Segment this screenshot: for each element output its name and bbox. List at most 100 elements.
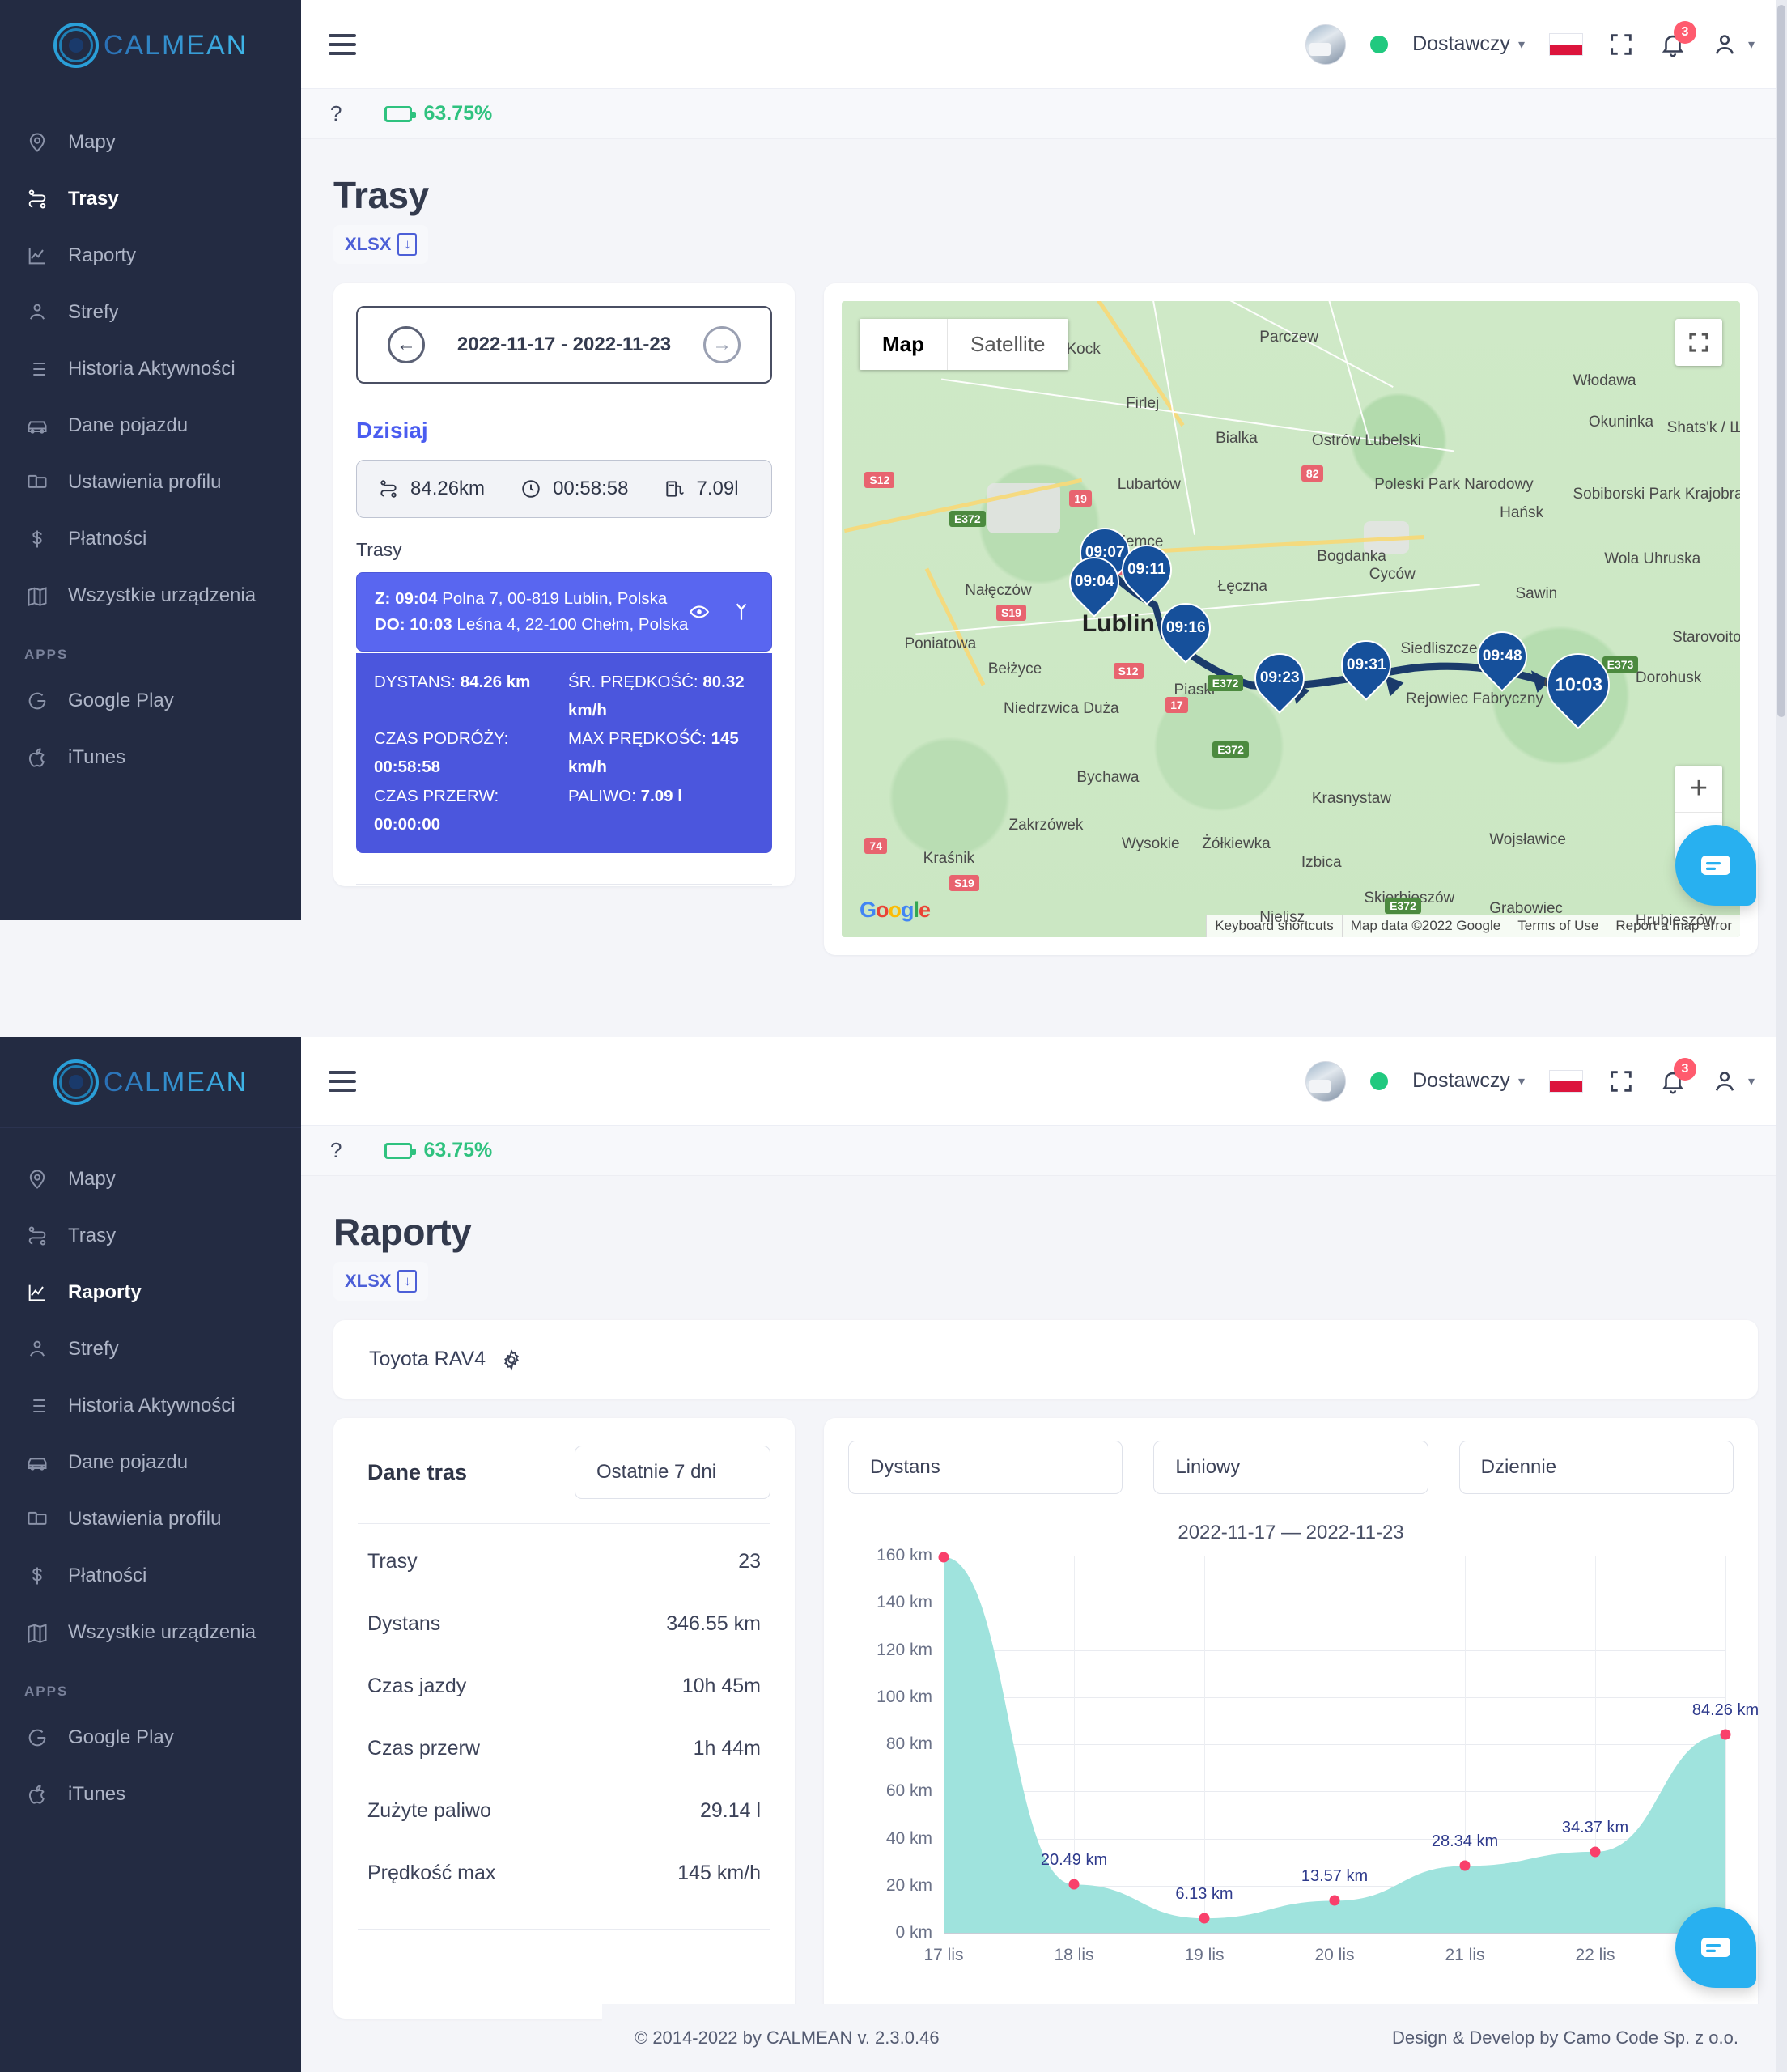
trasy-columns: ← 2022-11-17 - 2022-11-23 → Dzisiaj 84.2… xyxy=(301,264,1787,955)
google-logo: Google xyxy=(860,898,931,922)
map-place-label: Zakrzówek xyxy=(1008,816,1084,834)
sidebar-item-itunes[interactable]: iTunes xyxy=(0,1766,301,1823)
hamburger-icon[interactable] xyxy=(329,33,356,55)
eye-icon[interactable] xyxy=(689,601,710,622)
chart-data-point[interactable] xyxy=(1720,1729,1731,1740)
to-address: Leśna 4, 22-100 Chełm, Polska xyxy=(456,614,689,634)
export-label: XLSX xyxy=(345,1271,392,1291)
sidebar-item-raporty[interactable]: Raporty xyxy=(0,1264,301,1321)
user-menu[interactable]: ▾ xyxy=(1711,1068,1755,1095)
sidebar-item-ustawienia-profilu[interactable]: Ustawienia profilu xyxy=(0,454,301,511)
chart-y-tick: 20 km xyxy=(885,1875,932,1895)
terms-of-use[interactable]: Terms of Use xyxy=(1509,915,1607,937)
period-select[interactable]: Ostatnie 7 dni xyxy=(575,1446,770,1499)
device-name: Dostawczy xyxy=(1412,1069,1510,1092)
bell-icon[interactable]: 3 xyxy=(1659,20,1696,58)
sidebar-item-dane-pojazdu[interactable]: Dane pojazdu xyxy=(0,397,301,454)
sidebar-item-wszystkie-urzadzenia[interactable]: Wszystkie urządzenia xyxy=(0,567,301,624)
chart-type-select[interactable]: Liniowy xyxy=(1153,1441,1428,1494)
today-duration: 00:58:58 xyxy=(520,478,628,500)
chart-data-point[interactable] xyxy=(1199,1913,1210,1924)
brand-logo[interactable]: CALMEAN xyxy=(0,1037,301,1128)
brand-logo[interactable]: CALMEAN xyxy=(0,0,301,91)
map-place-label: Bełżyce xyxy=(987,660,1042,677)
google-icon xyxy=(24,1725,50,1751)
map-place-label: Rejowiec Fabryczny xyxy=(1405,690,1543,707)
label: DYSTANS: xyxy=(374,672,456,691)
sidebar-item-label: Mapy xyxy=(68,131,116,153)
chat-widget-button[interactable] xyxy=(1675,1907,1756,1988)
trip-item-selected[interactable]: Z: 09:04 Polna 7, 00-819 Lublin, Polska … xyxy=(356,572,772,652)
map-type-toggle[interactable]: Map Satellite xyxy=(860,319,1068,370)
marker-time: 10:03 xyxy=(1554,673,1602,695)
map-type-satellite[interactable]: Satellite xyxy=(947,319,1068,370)
help-icon[interactable]: ? xyxy=(330,1138,342,1163)
map-place-label: Poleski Park Narodowy xyxy=(1374,475,1534,493)
date-range-picker[interactable]: ← 2022-11-17 - 2022-11-23 → xyxy=(356,306,772,384)
chart-data-point[interactable] xyxy=(1459,1860,1471,1871)
export-xlsx-button[interactable]: XLSX xyxy=(333,225,429,264)
next-period-button[interactable]: → xyxy=(703,326,741,363)
sidebar-item-strefy[interactable]: Strefy xyxy=(0,284,301,341)
chat-widget-button[interactable] xyxy=(1675,825,1756,906)
fullscreen-icon[interactable] xyxy=(1607,31,1635,58)
device-selector[interactable]: Dostawczy ▾ xyxy=(1412,32,1525,56)
avatar[interactable] xyxy=(1305,23,1347,65)
chart-metric-select[interactable]: Dystans xyxy=(848,1441,1123,1494)
merge-route-icon[interactable] xyxy=(731,601,752,622)
marker-time: 09:16 xyxy=(1165,618,1205,636)
sidebar-item-dane-pojazdu[interactable]: Dane pojazdu xyxy=(0,1434,301,1491)
bell-icon[interactable]: 3 xyxy=(1659,1057,1696,1095)
route-map[interactable]: Map Satellite + − Google Keyboard short xyxy=(842,301,1740,937)
sidebar-item-wszystkie-urzadzenia[interactable]: Wszystkie urządzenia xyxy=(0,1604,301,1661)
sidebar-item-google-play[interactable]: Google Play xyxy=(0,1709,301,1766)
sidebar-item-historia-aktywnosci[interactable]: Historia Aktywności xyxy=(0,341,301,397)
sidebar-item-strefy[interactable]: Strefy xyxy=(0,1321,301,1378)
chart-data-point[interactable] xyxy=(1068,1879,1080,1890)
sidebar-item-trasy[interactable]: Trasy xyxy=(0,171,301,227)
map-pin-icon xyxy=(24,1166,50,1192)
help-icon[interactable]: ? xyxy=(330,101,342,126)
chart-data-point[interactable] xyxy=(938,1552,949,1563)
map-place-label: Siedliszcze xyxy=(1400,640,1478,658)
flag-pl-icon[interactable] xyxy=(1548,1069,1583,1093)
chart-x-tick: 22 lis xyxy=(1575,1946,1615,1964)
zoom-in-button[interactable]: + xyxy=(1675,766,1722,813)
sidebar-item-label: Strefy xyxy=(68,301,119,323)
page-scrollbar[interactable] xyxy=(1776,0,1787,2072)
map-place-label: Włodawa xyxy=(1573,372,1636,389)
value: 7.09 l xyxy=(640,786,682,805)
chart-line-icon xyxy=(24,1280,50,1306)
trip-actions xyxy=(689,601,752,622)
chart-data-point[interactable] xyxy=(1590,1846,1601,1858)
hamburger-icon[interactable] xyxy=(329,1070,356,1092)
sidebar-item-google-play[interactable]: Google Play xyxy=(0,673,301,729)
map-type-map[interactable]: Map xyxy=(860,319,947,370)
sidebar-item-historia-aktywnosci[interactable]: Historia Aktywności xyxy=(0,1378,301,1434)
export-xlsx-button[interactable]: XLSX xyxy=(333,1262,429,1301)
chart-granularity-select[interactable]: Dziennie xyxy=(1458,1441,1734,1494)
marker-time: 09:48 xyxy=(1482,648,1522,665)
sidebar-item-raporty[interactable]: Raporty xyxy=(0,227,301,284)
sidebar-item-mapy[interactable]: Mapy xyxy=(0,1151,301,1208)
map-data: Map data ©2022 Google xyxy=(1341,915,1509,937)
fullscreen-icon[interactable] xyxy=(1607,1068,1635,1095)
device-selector[interactable]: Dostawczy ▾ xyxy=(1412,1069,1525,1093)
sidebar-item-platnosci[interactable]: Płatności xyxy=(0,1548,301,1604)
gear-icon[interactable] xyxy=(500,1348,523,1371)
chart-data-point[interactable] xyxy=(1329,1895,1340,1906)
user-menu[interactable]: ▾ xyxy=(1711,31,1755,58)
sidebar-item-platnosci[interactable]: Płatności xyxy=(0,511,301,567)
sidebar-item-trasy[interactable]: Trasy xyxy=(0,1208,301,1264)
prev-period-button[interactable]: ← xyxy=(387,326,425,363)
sidebar-item-itunes[interactable]: iTunes xyxy=(0,729,301,786)
map-place-label: Poniatowa xyxy=(904,635,977,653)
sidebar-item-label: Google Play xyxy=(68,1726,174,1748)
map-fullscreen-icon[interactable] xyxy=(1675,319,1722,366)
sidebar-item-mapy[interactable]: Mapy xyxy=(0,114,301,171)
label: CZAS PRZERW: xyxy=(374,786,499,805)
sidebar-item-ustawienia-profilu[interactable]: Ustawienia profilu xyxy=(0,1491,301,1548)
avatar[interactable] xyxy=(1305,1060,1347,1102)
map-pin-icon xyxy=(24,130,50,155)
flag-pl-icon[interactable] xyxy=(1548,32,1583,56)
